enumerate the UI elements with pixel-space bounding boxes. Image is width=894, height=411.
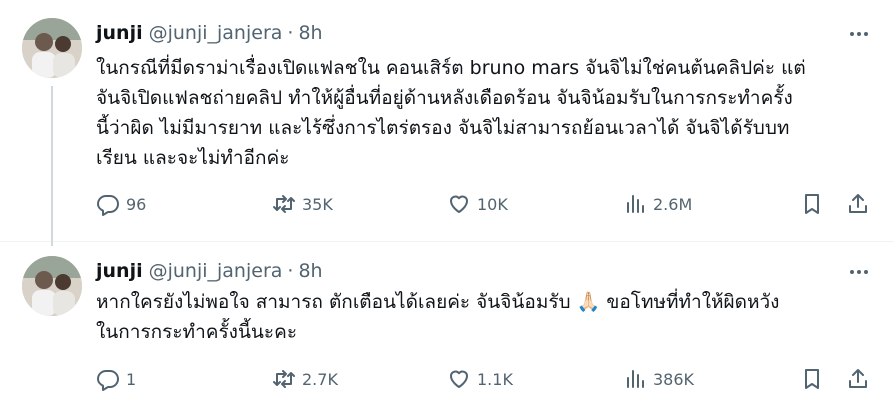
tweet-header: junji @junji_janjera · 8h xyxy=(96,20,323,46)
views-button[interactable]: 2.6M xyxy=(623,189,692,219)
author-handle[interactable]: @junji_janjera xyxy=(149,260,283,282)
action-bar: 96 35K 10K 2.6M xyxy=(96,189,876,219)
repost-count: 2.7K xyxy=(302,369,338,389)
share-button[interactable] xyxy=(846,189,870,219)
like-count: 1.1K xyxy=(477,369,513,389)
heart-icon xyxy=(450,195,468,213)
tweet-text: ในกรณีที่มีดราม่าเรื่องเปิดแฟลชใน คอนเสิ… xyxy=(96,57,806,169)
avatar[interactable] xyxy=(22,18,82,78)
repost-count: 35K xyxy=(302,194,333,214)
repost-icon xyxy=(273,195,295,213)
reply-button[interactable]: 96 xyxy=(96,189,146,219)
reply-icon xyxy=(97,195,119,216)
action-bar: 1 2.7K 1.1K 386K xyxy=(96,364,876,394)
timestamp[interactable]: 8h xyxy=(298,260,322,282)
like-count: 10K xyxy=(477,194,508,214)
bookmark-button[interactable] xyxy=(800,364,824,394)
author-name[interactable]: junji xyxy=(96,22,143,44)
separator-dot: · xyxy=(287,260,294,282)
author-name[interactable]: junji xyxy=(96,260,143,282)
bookmark-icon xyxy=(805,194,819,214)
tweet-header: junji @junji_janjera · 8h xyxy=(96,258,323,284)
tweet[interactable]: junji @junji_janjera · 8h หากใครยังไม่พอ… xyxy=(0,242,894,411)
share-icon xyxy=(849,194,867,213)
reply-icon xyxy=(97,370,119,391)
repost-button[interactable]: 2.7K xyxy=(272,364,338,394)
avatar-photo-icon xyxy=(22,18,82,78)
share-icon xyxy=(849,369,867,388)
reply-count: 96 xyxy=(126,194,147,214)
avatar-photo-icon xyxy=(22,256,82,316)
repost-icon xyxy=(273,370,295,388)
tweet[interactable]: junji @junji_janjera · 8h ในกรณีที่มีดรา… xyxy=(0,0,894,246)
more-icon[interactable] xyxy=(846,24,872,44)
bookmark-button[interactable] xyxy=(800,189,824,219)
tweet-text: หากใครยังไม่พอใจ สามารถ ตักเตือนได้เลยค่… xyxy=(96,291,780,343)
like-button[interactable]: 1.1K xyxy=(447,364,513,394)
repost-button[interactable]: 35K xyxy=(272,189,333,219)
like-button[interactable]: 10K xyxy=(447,189,508,219)
more-icon[interactable] xyxy=(846,262,872,282)
share-button[interactable] xyxy=(846,364,870,394)
heart-icon xyxy=(450,370,468,388)
timestamp[interactable]: 8h xyxy=(298,22,322,44)
separator-dot: · xyxy=(287,22,294,44)
thread-line xyxy=(51,86,53,246)
views-icon xyxy=(627,370,644,388)
views-count: 2.6M xyxy=(653,194,693,214)
avatar[interactable] xyxy=(22,256,82,316)
views-icon xyxy=(627,195,644,213)
views-button[interactable]: 386K xyxy=(623,364,694,394)
bookmark-icon xyxy=(805,369,819,389)
views-count: 386K xyxy=(653,369,695,389)
author-handle[interactable]: @junji_janjera xyxy=(149,22,283,44)
reply-count: 1 xyxy=(126,369,137,389)
reply-button[interactable]: 1 xyxy=(96,364,136,394)
